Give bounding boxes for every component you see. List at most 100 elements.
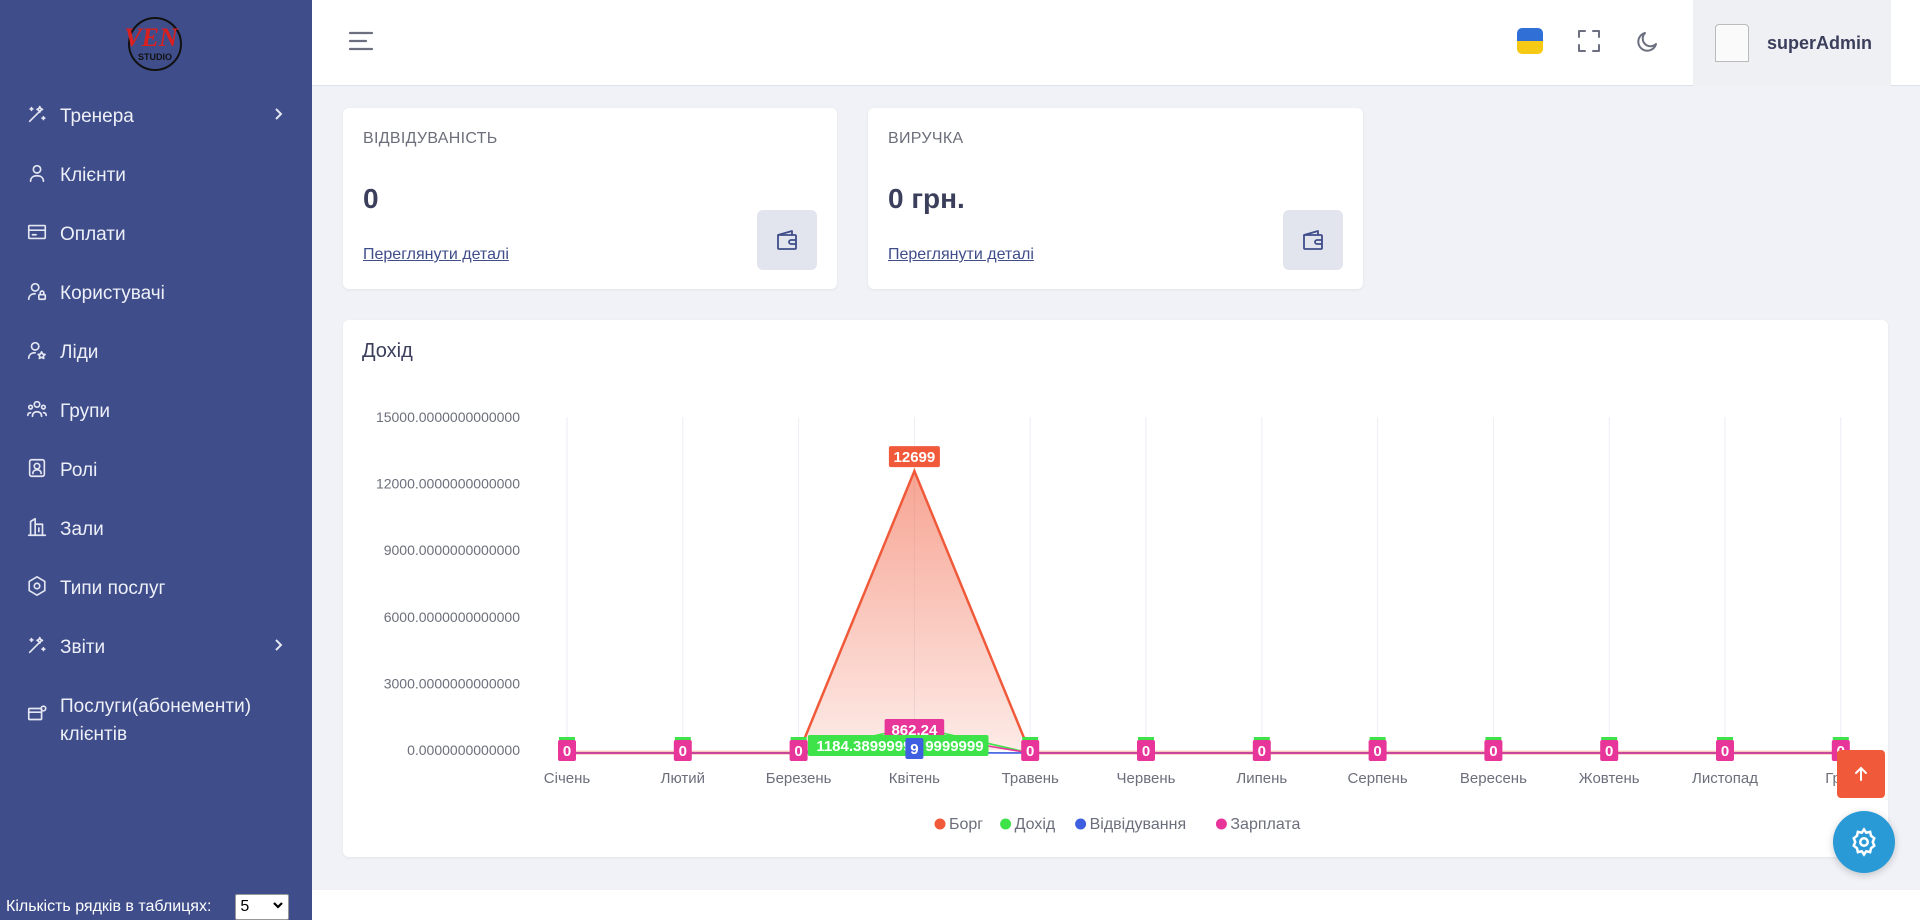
legend-marker [1075,818,1087,830]
building-icon [26,516,48,538]
x-tick-label: Лютий [661,770,705,787]
data-label-income-right: 9999999 [925,738,983,755]
chevron-right-icon [270,637,286,653]
language-flag-icon[interactable] [1517,28,1543,54]
card-title: ВИРУЧКА [888,130,964,147]
data-marker-income [1601,737,1618,740]
arrow-up-icon [1852,765,1870,783]
sidebar-nav: Тренера Клієнти Оплати Користувачі Ліди … [0,86,312,762]
logo[interactable]: VEN STUDIO [115,8,191,76]
x-tick-label: Травень [1002,770,1059,787]
y-tick-label: 0.0000000000000 [407,742,520,758]
data-label: 0 [1489,743,1497,760]
sidebar-item-client-services[interactable]: Послуги(абонементи) клієнтів [0,676,312,762]
dark-mode-icon[interactable] [1634,27,1662,55]
x-tick-label: Квітень [889,770,940,787]
sidebar-item-label: Групи [60,401,110,422]
legend-label: Відвідування [1090,816,1187,833]
sidebar-item-clients[interactable]: Клієнти [0,145,312,204]
sidebar-item-users[interactable]: Користувачі [0,263,312,322]
card-value: 0 грн. [888,183,965,214]
sidebar-item-service-types[interactable]: Типи послуг [0,558,312,617]
fullscreen-icon[interactable] [1575,27,1603,55]
data-label: 0 [1026,743,1034,760]
sidebar-item-reports[interactable]: Звіти [0,617,312,676]
x-tick-label: Жовтень [1579,770,1640,787]
view-details-link[interactable]: Переглянути деталі [363,246,509,264]
rows-per-table-control: Кількість рядків в таблицях: 5 [6,894,290,920]
sidebar-item-halls[interactable]: Зали [0,499,312,558]
series-line [567,725,1841,754]
sidebar-item-payments[interactable]: Оплати [0,204,312,263]
gear-icon [1849,827,1879,857]
x-tick-label: Січень [544,770,591,787]
rows-per-table-label: Кількість рядків в таблицях: [6,898,212,915]
user-menu[interactable]: superAdmin [1693,0,1891,86]
svg-text:STUDIO: STUDIO [138,52,172,62]
topbar: superAdmin [312,0,1920,86]
card-settings-icon [26,703,48,725]
legend-marker [1000,818,1012,830]
rows-per-table-value: 5 [240,898,250,915]
data-marker-income [1717,737,1733,740]
card-value: 0 [363,183,379,214]
sidebar-item-label: Зали [60,519,104,540]
sidebar-item-roles[interactable]: Ролі [0,440,312,499]
data-label: 0 [1721,743,1729,760]
badge-icon [26,457,48,479]
legend-marker [1215,818,1227,830]
wallet-icon [1283,210,1343,270]
scroll-to-top-button[interactable] [1837,750,1885,798]
data-marker-income [1253,737,1270,740]
data-label-visits: 9 [910,741,918,758]
attendance-card: ВІДВІДУВАНІСТЬ 0 Переглянути деталі [343,108,837,289]
sidebar-item-label: Звіти [60,637,106,658]
data-label: 0 [1258,743,1266,760]
sidebar-item-leads[interactable]: Ліди [0,322,312,381]
series-line [567,467,1841,755]
data-label: 0 [679,743,687,760]
y-tick-label: 3000.0000000000000 [384,675,520,691]
y-tick-label: 12000.0000000000000 [376,476,520,492]
legend-label: Зарплата [1230,816,1300,833]
wallet-icon [757,210,817,270]
sidebar-item-trainers[interactable]: Тренера [0,86,312,145]
data-marker-income [559,737,575,740]
user-star-icon [26,339,48,361]
logo-mark: VEN STUDIO [124,17,182,71]
y-tick-label: 6000.0000000000000 [384,609,520,625]
svg-text:VEN: VEN [124,23,179,52]
sidebar-item-label: Користувачі [60,283,165,304]
sidebar-item-label: Ролі [60,460,98,481]
view-details-link[interactable]: Переглянути деталі [888,246,1034,264]
rows-per-table-select[interactable]: 5 [235,894,290,920]
data-label: 0 [1142,743,1150,760]
data-marker-income [1369,737,1386,740]
user-lock-icon [26,280,48,302]
wand-icon [26,634,48,656]
x-tick-label: Березень [766,770,832,787]
x-tick-label: Червень [1117,770,1176,787]
sidebar-item-label: Типи послуг [60,578,166,599]
revenue-card: ВИРУЧКА 0 грн. Переглянути деталі [868,108,1363,289]
username: superAdmin [1767,32,1873,53]
footer [312,890,1920,920]
legend-marker [934,818,946,830]
group-icon [26,398,48,420]
data-label-debt-peak: 12699 [894,449,936,466]
data-label: 0 [794,743,802,760]
chevron-down-icon [272,898,284,916]
x-tick-label: Липень [1236,770,1287,787]
x-tick-label: Листопад [1692,770,1758,787]
sidebar-item-groups[interactable]: Групи [0,381,312,440]
data-marker-income [1485,737,1502,740]
menu-toggle-icon[interactable] [348,30,374,52]
settings-button[interactable] [1833,811,1895,873]
data-label: 0 [1605,743,1613,760]
y-tick-label: 9000.0000000000000 [384,542,520,558]
avatar [1715,24,1749,62]
series-area-debt [567,471,1841,753]
sidebar: VEN STUDIO Тренера Клієнти Оплати Корист… [0,0,312,920]
user-icon [26,162,48,184]
y-tick-label: 15000.0000000000000 [376,409,520,425]
